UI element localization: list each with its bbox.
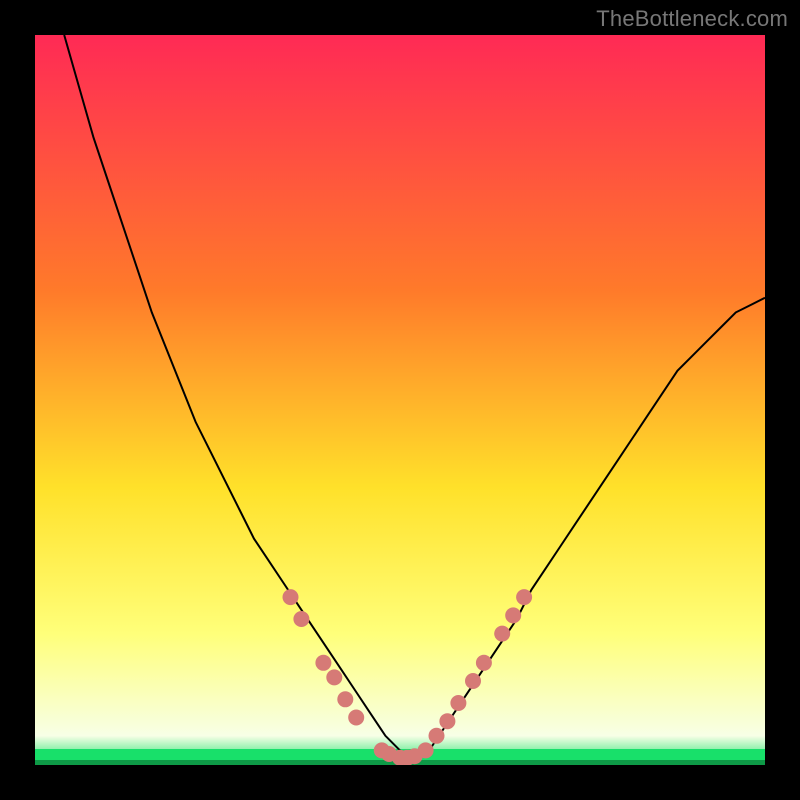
data-marker (505, 607, 521, 623)
data-marker (439, 713, 455, 729)
data-marker (465, 673, 481, 689)
data-marker (429, 728, 445, 744)
data-marker (293, 611, 309, 627)
data-marker (494, 626, 510, 642)
data-marker (450, 695, 466, 711)
chart-frame: TheBottleneck.com (0, 0, 800, 800)
data-marker (348, 710, 364, 726)
data-marker (476, 655, 492, 671)
attribution-text: TheBottleneck.com (596, 6, 788, 32)
data-marker (326, 669, 342, 685)
data-marker (283, 589, 299, 605)
plot-area (35, 35, 765, 765)
data-marker (516, 589, 532, 605)
data-marker (337, 691, 353, 707)
data-marker (315, 655, 331, 671)
bottleneck-chart (35, 35, 765, 765)
data-marker (418, 742, 434, 758)
gradient-bg (35, 35, 765, 765)
